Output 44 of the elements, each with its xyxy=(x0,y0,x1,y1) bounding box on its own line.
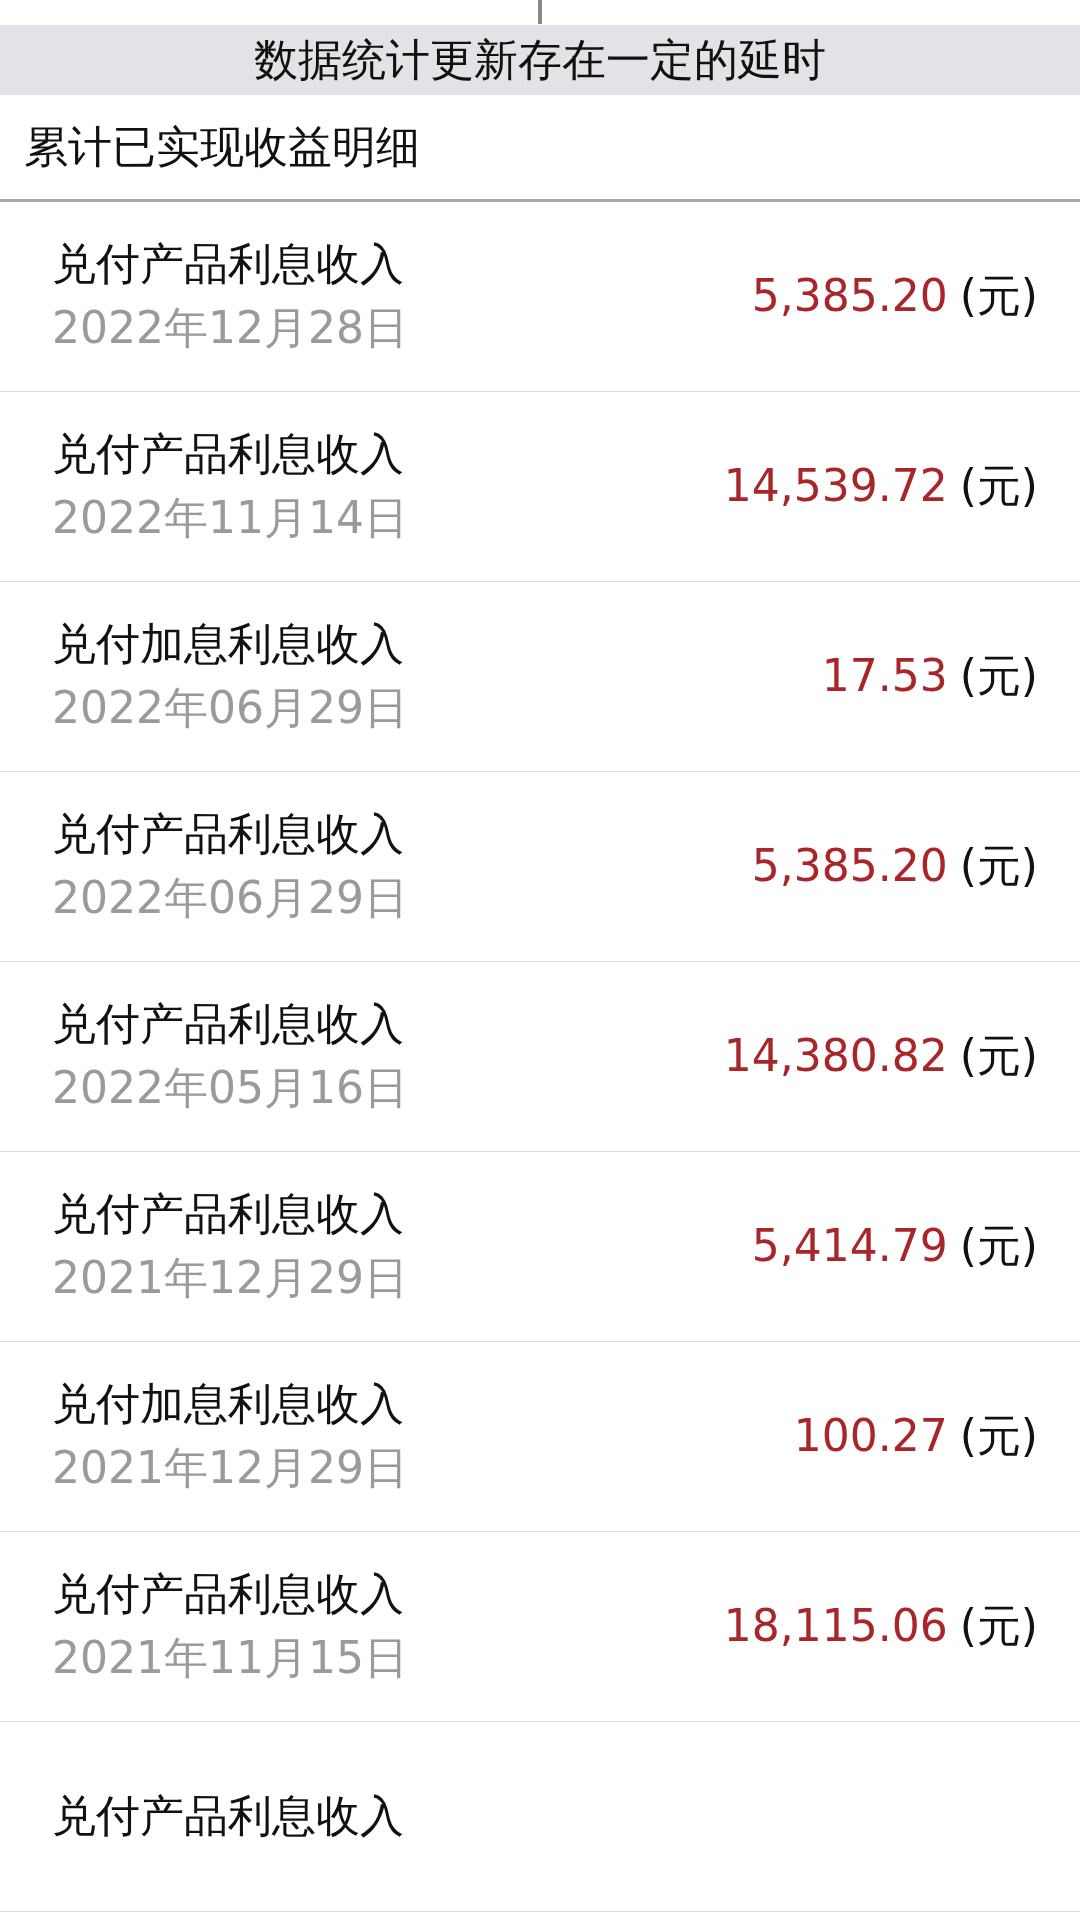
income-record[interactable]: 兑付产品利息收入 2022年05月16日 14,380.82 (元) xyxy=(0,962,1080,1152)
record-title: 兑付加息利息收入 xyxy=(52,1377,405,1432)
income-record[interactable]: 兑付产品利息收入 2021年12月29日 5,414.79 (元) xyxy=(0,1152,1080,1342)
currency-unit: (元) xyxy=(959,1029,1038,1084)
record-date: 2022年05月16日 xyxy=(52,1061,408,1116)
record-amount: 14,539.72 xyxy=(723,459,948,514)
currency-unit: (元) xyxy=(959,649,1038,704)
record-title: 兑付产品利息收入 xyxy=(52,427,405,482)
section-title: 累计已实现收益明细 xyxy=(24,120,420,174)
currency-unit: (元) xyxy=(959,1409,1038,1464)
currency-unit: (元) xyxy=(959,1599,1038,1654)
record-amount: 14,380.82 xyxy=(723,1029,948,1084)
record-amount: 100.27 xyxy=(793,1409,948,1464)
record-amount: 5,385.20 xyxy=(751,269,948,324)
record-title: 兑付产品利息收入 xyxy=(52,1567,405,1622)
record-amount: 18,115.06 xyxy=(723,1599,948,1654)
income-record[interactable]: 兑付加息利息收入 2022年06月29日 17.53 (元) xyxy=(0,582,1080,772)
currency-unit: (元) xyxy=(959,269,1038,324)
record-title: 兑付产品利息收入 xyxy=(52,1187,405,1242)
record-date: 2021年12月29日 xyxy=(52,1441,408,1496)
income-record[interactable]: 兑付产品利息收入 2022年12月28日 5,385.20 (元) xyxy=(0,202,1080,392)
record-title: 兑付产品利息收入 xyxy=(52,237,405,292)
record-date: 2022年06月29日 xyxy=(52,681,408,736)
record-title: 兑付加息利息收入 xyxy=(52,617,405,672)
income-record[interactable]: 兑付产品利息收入 2022年11月14日 14,539.72 (元) xyxy=(0,392,1080,582)
currency-unit: (元) xyxy=(959,459,1038,514)
currency-unit: (元) xyxy=(959,1219,1038,1274)
income-record[interactable]: 兑付加息利息收入 2021年12月29日 100.27 (元) xyxy=(0,1342,1080,1532)
record-title: 兑付产品利息收入 xyxy=(52,997,405,1052)
record-date: 2022年11月14日 xyxy=(52,491,408,546)
record-amount: 5,385.20 xyxy=(751,839,948,894)
record-amount: 5,414.79 xyxy=(751,1219,948,1274)
income-record[interactable]: 兑付产品利息收入 xyxy=(0,1722,1080,1912)
currency-unit: (元) xyxy=(959,839,1038,894)
income-record[interactable]: 兑付产品利息收入 2021年11月15日 18,115.06 (元) xyxy=(0,1532,1080,1722)
income-record[interactable]: 兑付产品利息收入 2022年06月29日 5,385.20 (元) xyxy=(0,772,1080,962)
record-date: 2022年12月28日 xyxy=(52,301,408,356)
record-date: 2021年11月15日 xyxy=(52,1631,408,1686)
record-date: 2021年12月29日 xyxy=(52,1251,408,1306)
record-title: 兑付产品利息收入 xyxy=(52,1789,404,1844)
record-amount: 17.53 xyxy=(821,649,948,704)
notice-banner: 数据统计更新存在一定的延时 xyxy=(0,24,1080,95)
record-title: 兑付产品利息收入 xyxy=(52,807,405,862)
record-date: 2022年06月29日 xyxy=(52,871,408,926)
